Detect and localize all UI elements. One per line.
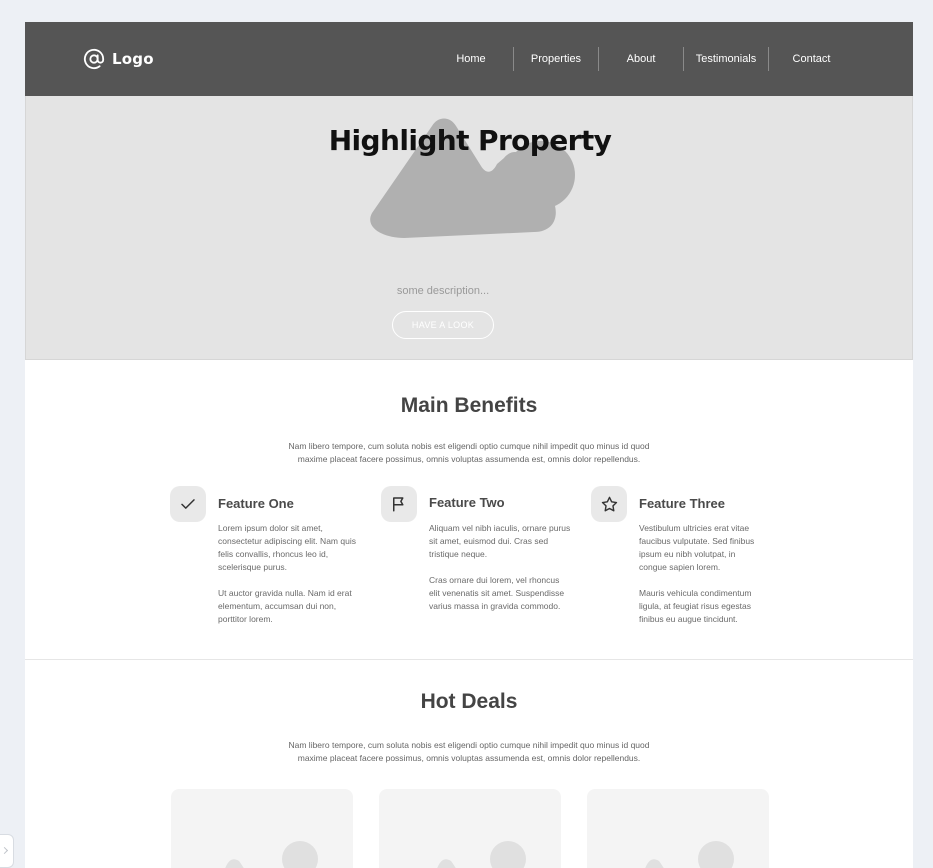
deals-title: Hot Deals: [420, 690, 518, 713]
nav-contact[interactable]: Contact: [769, 47, 854, 71]
feature-paragraph: Mauris vehicula condimentum ligula, at f…: [639, 588, 752, 624]
have-a-look-button[interactable]: HAVE A LOOK: [392, 311, 494, 339]
feature-paragraph: Ut auctor gravida nulla. Nam id erat ele…: [218, 588, 352, 624]
hero-section: Highlight Property some description... H…: [25, 96, 913, 360]
section-divider: [25, 659, 913, 660]
nav-home[interactable]: Home: [429, 47, 514, 71]
star-icon: [591, 486, 627, 522]
benefits-title: Main Benefits: [400, 394, 538, 417]
feature-paragraph: Cras ornare dui lorem, vel rhoncus elit …: [429, 575, 565, 611]
benefits-subtitle: Nam libero tempore, cum soluta nobis est…: [288, 441, 650, 464]
side-drawer-handle[interactable]: [0, 834, 14, 868]
hero-description: some description...: [396, 285, 490, 297]
image-placeholder-icon: [645, 841, 734, 868]
hero-title: Highlight Property: [328, 124, 612, 157]
deal-card[interactable]: [171, 789, 353, 868]
logo[interactable]: Logo: [83, 48, 154, 70]
feature-title: Feature Two: [429, 495, 505, 510]
site-header: Logo Home Properties About Testimonials …: [25, 22, 913, 96]
main-nav: Home Properties About Testimonials Conta…: [429, 47, 854, 71]
nav-testimonials[interactable]: Testimonials: [684, 47, 769, 71]
flag-icon: [381, 486, 417, 522]
deal-card[interactable]: [379, 789, 561, 868]
image-placeholder-icon: [437, 841, 526, 868]
page: Logo Home Properties About Testimonials …: [25, 22, 913, 868]
image-placeholder-icon: [225, 841, 318, 868]
deals-subtitle: Nam libero tempore, cum soluta nobis est…: [288, 740, 650, 763]
feature-title: Feature Three: [639, 496, 725, 511]
feature-title: Feature One: [218, 496, 294, 511]
deal-card[interactable]: [587, 789, 769, 868]
feature-text: Vestibulum ultricies erat vitae faucibus…: [639, 522, 761, 626]
feature-text: Aliquam vel nibh iaculis, ornare purus s…: [429, 522, 571, 613]
feature-paragraph: Aliquam vel nibh iaculis, ornare purus s…: [429, 523, 571, 559]
nav-properties[interactable]: Properties: [514, 47, 599, 71]
nav-about[interactable]: About: [599, 47, 684, 71]
at-sign-icon: [83, 48, 105, 69]
check-icon: [170, 486, 206, 522]
feature-paragraph: Vestibulum ultricies erat vitae faucibus…: [639, 523, 755, 572]
feature-paragraph: Lorem ipsum dolor sit amet, consectetur …: [218, 523, 356, 572]
logo-text: Logo: [112, 50, 154, 68]
feature-text: Lorem ipsum dolor sit amet, consectetur …: [218, 522, 360, 626]
